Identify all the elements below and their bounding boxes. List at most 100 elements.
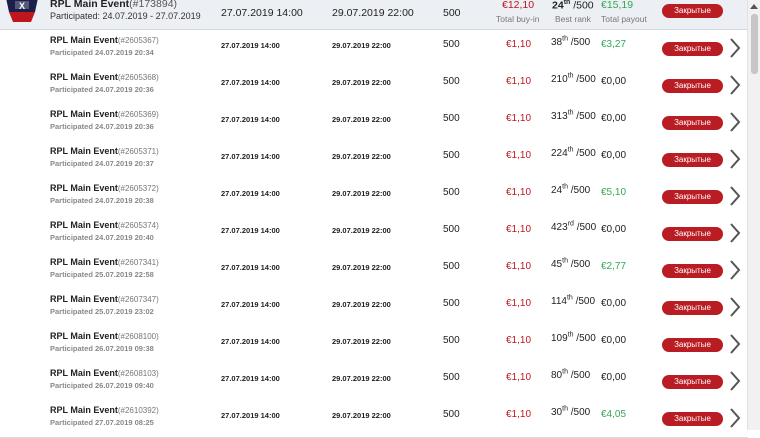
scroll-thumb[interactable] <box>751 14 758 74</box>
status-button[interactable]: Закрытые <box>662 42 723 56</box>
players-count: 500 <box>443 39 460 50</box>
chevron-right-icon[interactable] <box>728 148 742 170</box>
start-date: 27.07.2019 14:00 <box>221 41 280 50</box>
status-button[interactable]: Закрытые <box>662 301 723 315</box>
start-date: 27.07.2019 14:00 <box>221 115 280 124</box>
summary-name-text: RPL Main Event <box>50 0 130 10</box>
rank: 423rd /500 <box>551 221 596 233</box>
table-row[interactable]: RPL Main Event(#2605369) Participated 24.… <box>0 104 748 142</box>
tournament-name[interactable]: RPL Main Event(#2607341) <box>50 257 159 267</box>
status-button[interactable]: Закрытые <box>662 79 723 93</box>
table-row[interactable]: RPL Main Event(#2605374) Participated 24.… <box>0 215 748 253</box>
tournament-name[interactable]: RPL Main Event(#2607347) <box>50 294 159 304</box>
participated-date: Participated 26.07.2019 09:38 <box>50 344 154 353</box>
tournament-name-text: RPL Main Event <box>50 405 118 415</box>
table-row[interactable]: RPL Main Event(#2607347) Participated 25.… <box>0 289 748 327</box>
start-date: 27.07.2019 14:00 <box>221 226 280 235</box>
summary-status-button[interactable]: Закрытые <box>662 4 723 18</box>
tournament-name[interactable]: RPL Main Event(#2610392) <box>50 405 159 415</box>
participated-date: Participated 24.07.2019 20:40 <box>50 233 154 242</box>
rank-total: /500 <box>572 296 596 307</box>
status-button[interactable]: Закрытые <box>662 338 723 352</box>
status-button[interactable]: Закрытые <box>662 375 723 389</box>
players-count: 500 <box>443 113 460 124</box>
rank-number: 224 <box>551 148 568 159</box>
tournament-name[interactable]: RPL Main Event(#2608100) <box>50 331 159 341</box>
tournament-name-text: RPL Main Event <box>50 109 118 119</box>
status-button[interactable]: Закрытые <box>662 116 723 130</box>
payout-amount: €3,27 <box>601 39 627 50</box>
chevron-right-icon[interactable] <box>728 407 742 429</box>
tournament-id: (#2610392) <box>117 406 159 415</box>
table-row[interactable]: RPL Main Event(#2605368) Participated 24.… <box>0 67 748 105</box>
participated-date: Participated 25.07.2019 22:58 <box>50 270 154 279</box>
rank: 224th /500 <box>551 147 596 159</box>
tournament-id: (#2605374) <box>117 221 159 230</box>
tournament-name[interactable]: RPL Main Event(#2605369) <box>50 109 159 119</box>
tournament-name[interactable]: RPL Main Event(#2605368) <box>50 72 159 82</box>
summary-start-date: 27.07.2019 14:00 <box>221 7 303 19</box>
table-row[interactable]: RPL Main Event(#2605367) Participated 24.… <box>0 30 748 68</box>
end-date: 29.07.2019 22:00 <box>332 41 391 50</box>
chevron-right-icon[interactable] <box>728 222 742 244</box>
rank-total: /500 <box>573 333 596 344</box>
table-row[interactable]: RPL Main Event(#2608100) Participated 26.… <box>0 326 748 364</box>
chevron-right-icon[interactable] <box>728 370 742 392</box>
players-count: 500 <box>443 187 460 198</box>
end-date: 29.07.2019 22:00 <box>332 300 391 309</box>
status-button[interactable]: Закрытые <box>662 190 723 204</box>
summary-players: 500 <box>443 7 461 19</box>
tournament-name-text: RPL Main Event <box>50 35 118 45</box>
tournament-name[interactable]: RPL Main Event(#2605371) <box>50 146 159 156</box>
tournament-name[interactable]: RPL Main Event(#2605374) <box>50 220 159 230</box>
table-row[interactable]: RPL Main Event(#2605371) Participated 24.… <box>0 141 748 179</box>
payout-amount: €4,05 <box>601 409 627 420</box>
table-row[interactable]: RPL Main Event(#2605372) Participated 24.… <box>0 178 748 216</box>
buyin-amount: €1,10 <box>506 150 532 161</box>
payout-amount: €0,00 <box>601 113 627 124</box>
table-row[interactable]: RPL Main Event(#2607341) Participated 25.… <box>0 252 748 290</box>
summary-end-date: 29.07.2019 22:00 <box>332 7 414 19</box>
start-date: 27.07.2019 14:00 <box>221 411 280 420</box>
scroll-up-arrow-icon[interactable] <box>750 4 758 9</box>
table-row[interactable]: RPL Main Event(#2610392) Participated 27.… <box>0 400 748 438</box>
players-count: 500 <box>443 409 460 420</box>
end-date: 29.07.2019 22:00 <box>332 263 391 272</box>
chevron-right-icon[interactable] <box>728 296 742 318</box>
tournament-id: (#2605369) <box>117 110 159 119</box>
tournament-id: (#2605367) <box>117 36 159 45</box>
end-date: 29.07.2019 22:00 <box>332 115 391 124</box>
rank: 210th /500 <box>551 73 596 85</box>
rank: 45th /500 <box>551 258 590 270</box>
chevron-right-icon[interactable] <box>728 37 742 59</box>
tournament-name-text: RPL Main Event <box>50 331 118 341</box>
summary-tournament-name[interactable]: RPL Main Event(#173894) <box>50 0 177 10</box>
status-button[interactable]: Закрытые <box>662 264 723 278</box>
tournament-name[interactable]: RPL Main Event(#2605367) <box>50 35 159 45</box>
tournament-id: (#2608103) <box>117 369 159 378</box>
buyin-amount: €1,10 <box>506 298 532 309</box>
players-count: 500 <box>443 372 460 383</box>
status-button[interactable]: Закрытые <box>662 153 723 167</box>
chevron-right-icon[interactable] <box>728 74 742 96</box>
summary-participated: Participated: 24.07.2019 - 27.07.2019 <box>50 11 201 21</box>
summary-total-buyin: €12,10 <box>502 0 535 11</box>
rank-total: /500 <box>573 111 596 122</box>
rank-number: 210 <box>551 74 568 85</box>
vertical-scrollbar[interactable] <box>747 0 760 430</box>
buyin-amount: €1,10 <box>506 335 532 346</box>
participated-date: Participated 24.07.2019 20:34 <box>50 48 154 57</box>
table-row[interactable]: RPL Main Event(#2608103) Participated 26.… <box>0 363 748 401</box>
chevron-right-icon[interactable] <box>728 259 742 281</box>
chevron-right-icon[interactable] <box>728 111 742 133</box>
tournament-name[interactable]: RPL Main Event(#2605372) <box>50 183 159 193</box>
tournament-name-text: RPL Main Event <box>50 146 118 156</box>
chevron-right-icon[interactable] <box>728 333 742 355</box>
status-button[interactable]: Закрытые <box>662 412 723 426</box>
rank-number: 423 <box>551 222 568 233</box>
status-button[interactable]: Закрытые <box>662 227 723 241</box>
chevron-right-icon[interactable] <box>728 185 742 207</box>
rank: 24th /500 <box>551 184 590 196</box>
payout-amount: €2,77 <box>601 261 627 272</box>
tournament-name[interactable]: RPL Main Event(#2608103) <box>50 368 159 378</box>
